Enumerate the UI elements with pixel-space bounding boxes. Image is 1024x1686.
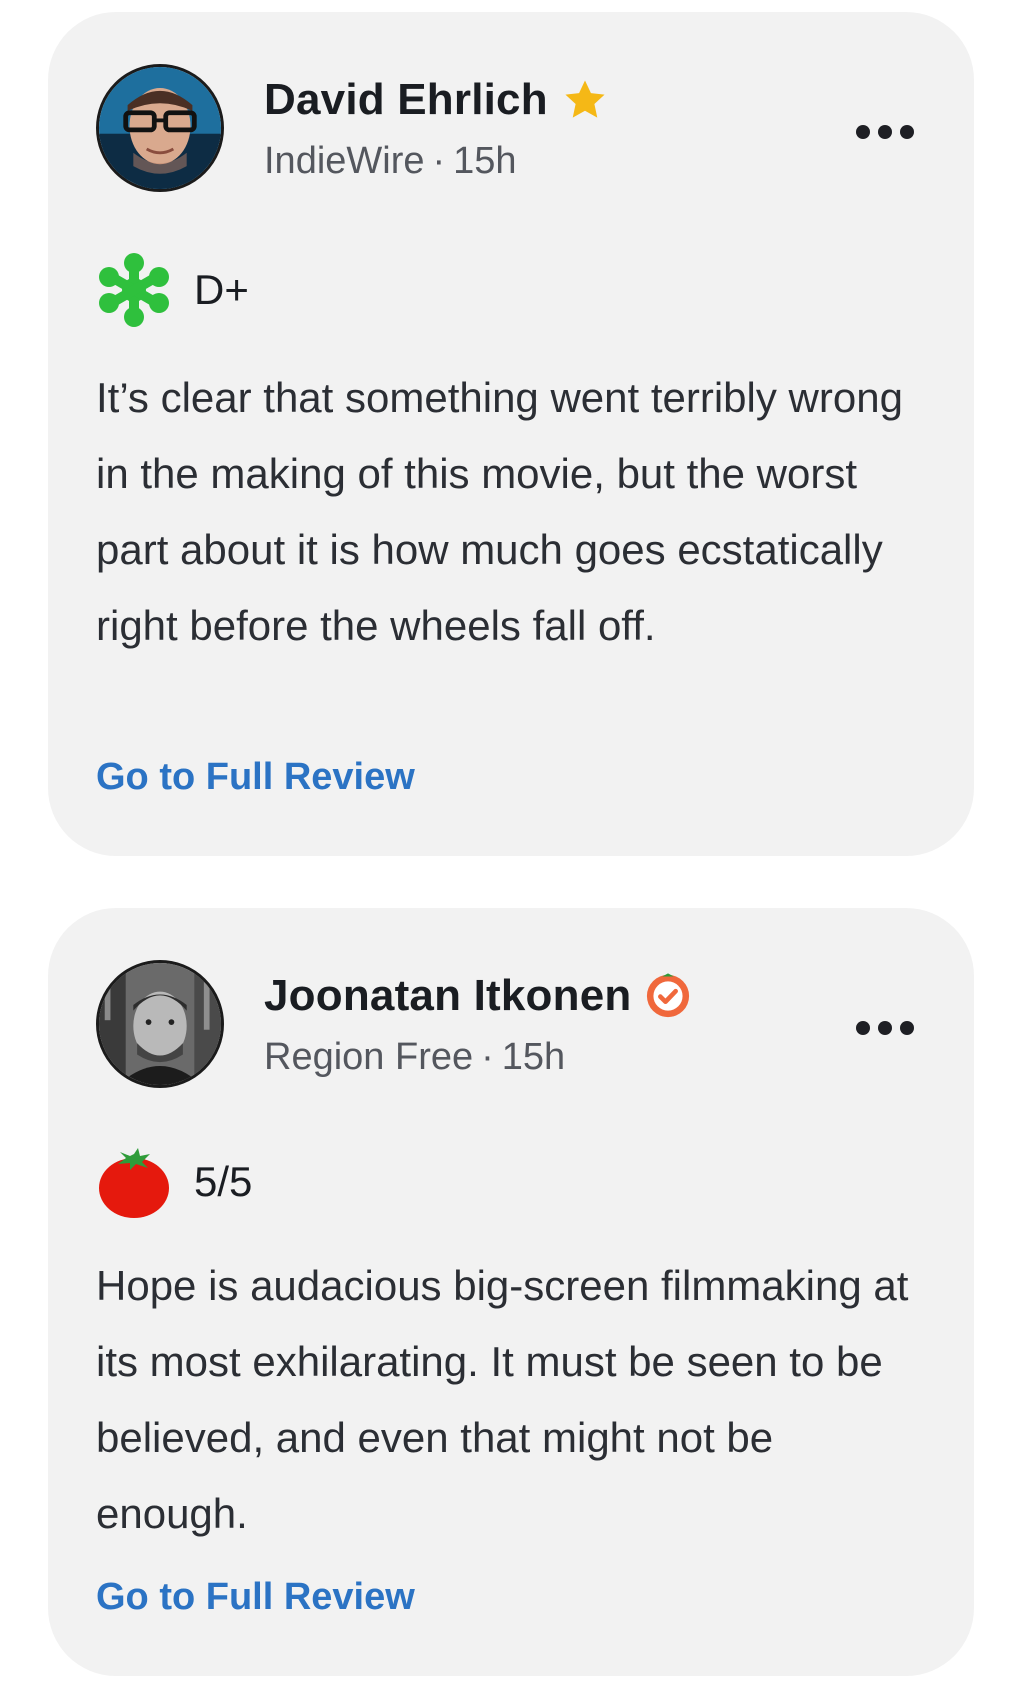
critic-name-row: David Ehrlich: [264, 72, 608, 128]
meta-separator: ·: [481, 1036, 494, 1078]
critic-meta: IndieWire · 15h: [264, 140, 517, 183]
score-row: D+: [96, 252, 249, 328]
avatar-photo-icon: [99, 67, 221, 189]
publication-name[interactable]: IndieWire: [264, 140, 425, 182]
critic-name[interactable]: Joonatan Itkonen: [264, 971, 631, 1021]
review-quote: Hope is audacious big-screen filmmaking …: [96, 1262, 909, 1537]
full-review-link[interactable]: Go to Full Review: [96, 1576, 415, 1619]
time-ago: 15h: [501, 1036, 566, 1078]
critic-name[interactable]: David Ehrlich: [264, 75, 548, 125]
time-ago: 15h: [453, 140, 517, 182]
more-options-icon[interactable]: [856, 118, 914, 146]
tomato-icon: [96, 1144, 172, 1220]
critic-avatar[interactable]: [96, 960, 224, 1088]
avatar-photo-icon: [99, 963, 221, 1085]
critic-avatar[interactable]: [96, 64, 224, 192]
critic-meta: Region Free · 15h: [264, 1036, 565, 1079]
full-review-link[interactable]: Go to Full Review: [96, 756, 415, 799]
score-row: 5/5: [96, 1144, 252, 1220]
star-icon: [562, 77, 608, 123]
publication-name[interactable]: Region Free: [264, 1036, 473, 1078]
splat-icon: [96, 252, 172, 328]
verified-check-icon: [645, 973, 691, 1019]
more-options-icon[interactable]: [856, 1014, 914, 1042]
critic-name-row: Joonatan Itkonen: [264, 968, 691, 1024]
meta-separator: ·: [432, 140, 446, 182]
review-card: Joonatan Itkonen Region Free · 15h 5/5 Hop…: [48, 908, 974, 1676]
review-score: 5/5: [194, 1158, 253, 1205]
review-score: D+: [194, 266, 249, 313]
review-card: David Ehrlich IndieWire · 15h D+ It’s cl…: [48, 12, 974, 856]
review-quote: It’s clear that something went terribly …: [96, 374, 903, 649]
